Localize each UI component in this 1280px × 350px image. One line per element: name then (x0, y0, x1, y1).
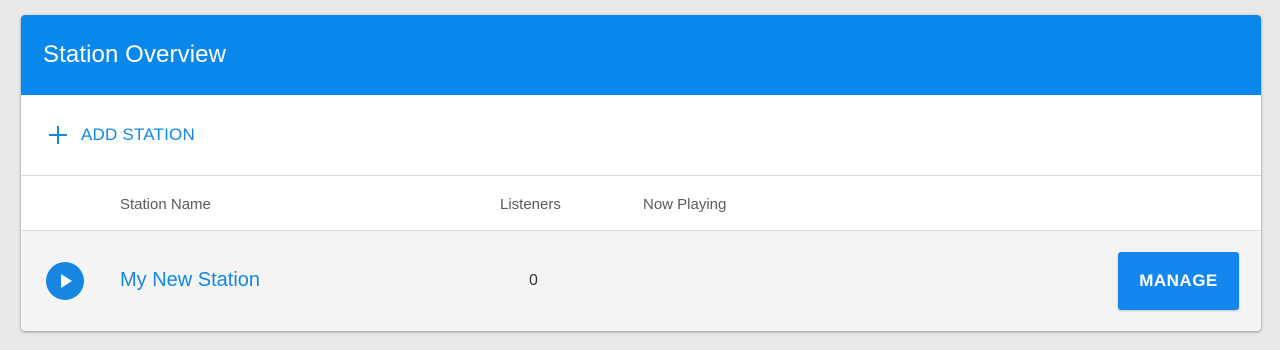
listeners-count: 0 (529, 272, 538, 289)
station-overview-card: Station Overview ADD STATION Station Nam… (21, 15, 1261, 331)
toolbar: ADD STATION (21, 95, 1261, 176)
card-title: Station Overview (43, 41, 227, 68)
table-row: My New Station 0 MANAGE (21, 231, 1261, 331)
station-name-link[interactable]: My New Station (120, 269, 260, 292)
plus-icon (49, 126, 67, 144)
play-circle-icon (61, 274, 72, 288)
column-header-listeners: Listeners (500, 196, 561, 213)
card-header: Station Overview (21, 15, 1261, 95)
column-header-station-name: Station Name (120, 196, 211, 213)
play-button[interactable] (46, 262, 84, 300)
manage-button[interactable]: MANAGE (1118, 252, 1239, 310)
column-header-now-playing: Now Playing (643, 196, 727, 213)
add-station-button[interactable]: ADD STATION (49, 125, 195, 145)
table-header: Station Name Listeners Now Playing (21, 176, 1261, 231)
add-station-label: ADD STATION (81, 125, 195, 144)
